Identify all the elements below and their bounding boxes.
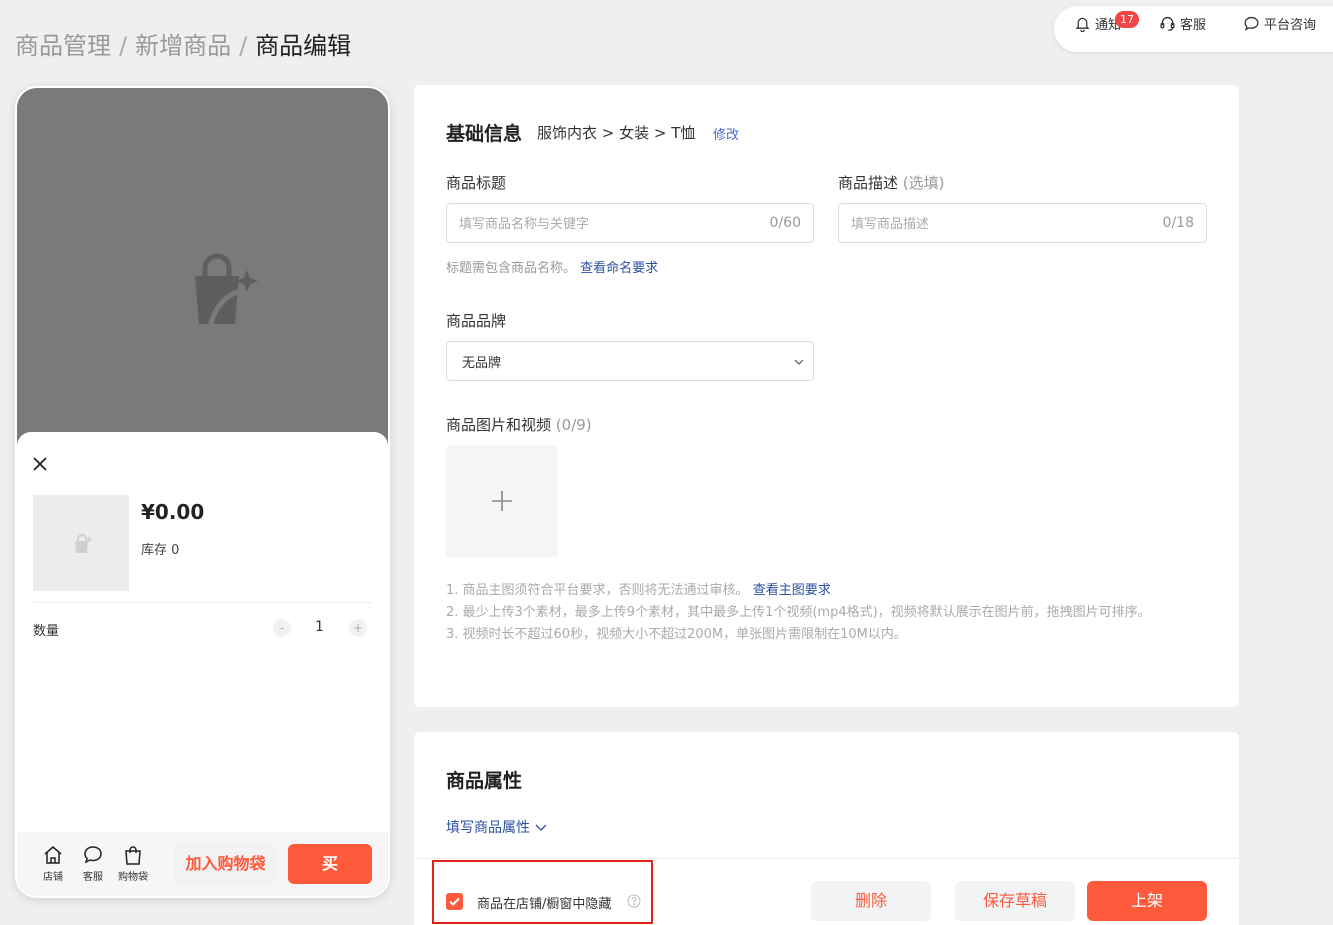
shopping-bag-icon <box>125 846 141 865</box>
customer-service-button[interactable]: 客服 <box>1159 14 1206 33</box>
breadcrumb-separator: / <box>239 32 248 60</box>
product-title-input[interactable] <box>459 213 749 235</box>
product-desc-label-text: 商品描述 <box>838 174 899 192</box>
chevron-down-icon <box>535 824 547 831</box>
save-draft-button[interactable]: 保存草稿 <box>955 881 1075 921</box>
footer-service-label: 客服 <box>83 872 103 883</box>
headset-icon <box>1160 16 1175 31</box>
quantity-decrease-button[interactable]: - <box>273 619 291 637</box>
media-upload-button[interactable] <box>446 445 558 557</box>
product-desc-input[interactable] <box>851 213 1141 235</box>
attributes-toggle-label: 填写商品属性 <box>446 820 530 836</box>
bell-icon <box>1075 17 1090 32</box>
home-icon <box>44 846 62 864</box>
phone-footer-bar: 店铺 客服 购物袋 加入购物袋 买 <box>17 832 388 896</box>
add-to-cart-button[interactable]: 加入购物袋 <box>174 844 277 884</box>
quantity-label: 数量 <box>33 624 60 639</box>
media-label-text: 商品图片和视频 <box>446 416 552 434</box>
footer-shop-label: 店铺 <box>43 872 63 883</box>
product-desc-counter: 0/18 <box>1162 215 1194 231</box>
footer-service-button[interactable]: 客服 <box>73 844 113 883</box>
basic-info-title: 基础信息 <box>446 123 523 145</box>
naming-rules-link[interactable]: 查看命名要求 <box>580 261 658 276</box>
sku-price: ¥0.00 <box>141 500 205 524</box>
attributes-title: 商品属性 <box>446 770 523 792</box>
breadcrumb-separator: / <box>119 32 128 60</box>
edit-category-link[interactable]: 修改 <box>713 124 739 143</box>
product-desc-field: 0/18 <box>838 203 1207 243</box>
divider <box>33 602 372 603</box>
main-image-rules-link[interactable]: 查看主图要求 <box>753 583 831 598</box>
attributes-toggle[interactable]: 填写商品属性 <box>446 817 548 837</box>
media-notes: 1. 商品主图须符合平台要求，否则将无法通过审核。 查看主图要求 2. 最少上传… <box>446 580 1151 646</box>
customer-service-label: 客服 <box>1180 18 1207 33</box>
product-title-hint-text: 标题需包含商品名称。 <box>446 261 577 276</box>
shopping-bag-sparkle-icon <box>195 253 258 325</box>
buy-button[interactable]: 买 <box>288 844 372 884</box>
highlight-frame <box>432 860 653 924</box>
category-path: 服饰内衣 > 女装 > T恤 <box>537 124 696 142</box>
chevron-down-icon <box>794 359 804 365</box>
notification-button[interactable]: 通知 <box>1074 14 1121 33</box>
media-count: (0/9) <box>555 416 592 434</box>
footer-bag-button[interactable]: 购物袋 <box>113 844 153 883</box>
delete-button[interactable]: 删除 <box>811 881 931 921</box>
chat-bubble-icon <box>84 846 102 864</box>
chat-bubble-icon <box>1244 16 1259 31</box>
media-note-1-text: 1. 商品主图须符合平台要求，否则将无法通过审核。 <box>446 583 749 598</box>
platform-consult-button[interactable]: 平台咨询 <box>1243 14 1316 33</box>
product-title-hint: 标题需包含商品名称。 查看命名要求 <box>446 257 658 276</box>
media-note-3: 3. 视频时长不超过60秒，视频大小不超过200M，单张图片需限制在10M以内。 <box>446 627 907 642</box>
quantity-increase-button[interactable]: + <box>349 619 367 637</box>
product-title-label: 商品标题 <box>446 174 507 192</box>
phone-preview: ¥0.00 库存 0 数量 - 1 + 店铺 客服 购物袋 加入购物袋 买 <box>15 86 390 898</box>
product-title-field: 0/60 <box>446 203 814 243</box>
sku-stock: 库存 0 <box>141 543 180 558</box>
footer-bag-label: 购物袋 <box>118 872 148 883</box>
footer-shop-button[interactable]: 店铺 <box>33 844 73 883</box>
quantity-value: 1 <box>315 619 324 635</box>
media-note-2: 2. 最少上传3个素材，最多上传9个素材，其中最多上传1个视频(mp4格式)，视… <box>446 605 1151 620</box>
sku-sheet: ¥0.00 库存 0 数量 - 1 + <box>17 432 388 896</box>
platform-consult-label: 平台咨询 <box>1264 18 1317 33</box>
product-desc-optional: (选填) <box>902 174 945 192</box>
brand-label: 商品品牌 <box>446 312 507 330</box>
sku-thumbnail <box>33 495 129 591</box>
breadcrumb-item-product-management[interactable]: 商品管理 <box>15 32 111 60</box>
plus-icon <box>492 491 512 511</box>
breadcrumb-item-new-product[interactable]: 新增商品 <box>135 32 231 60</box>
media-label: 商品图片和视频 (0/9) <box>446 414 592 435</box>
media-note-1: 1. 商品主图须符合平台要求，否则将无法通过审核。 查看主图要求 <box>446 580 1151 602</box>
breadcrumb: 商品管理 / 新增商品 / 商品编辑 <box>15 26 351 61</box>
brand-select[interactable]: 无品牌 <box>446 341 814 381</box>
publish-button[interactable]: 上架 <box>1087 881 1207 921</box>
close-icon[interactable] <box>31 455 49 473</box>
image-placeholder-icon <box>75 534 93 553</box>
page-title: 商品编辑 <box>255 32 352 60</box>
product-desc-label: 商品描述 (选填) <box>838 172 945 193</box>
basic-info-card: 基础信息 服饰内衣 > 女装 > T恤 修改 商品标题 0/60 标题需包含商品… <box>414 85 1239 707</box>
product-title-counter: 0/60 <box>769 215 801 231</box>
brand-select-value: 无品牌 <box>462 356 502 371</box>
notification-badge: 17 <box>1115 11 1139 28</box>
